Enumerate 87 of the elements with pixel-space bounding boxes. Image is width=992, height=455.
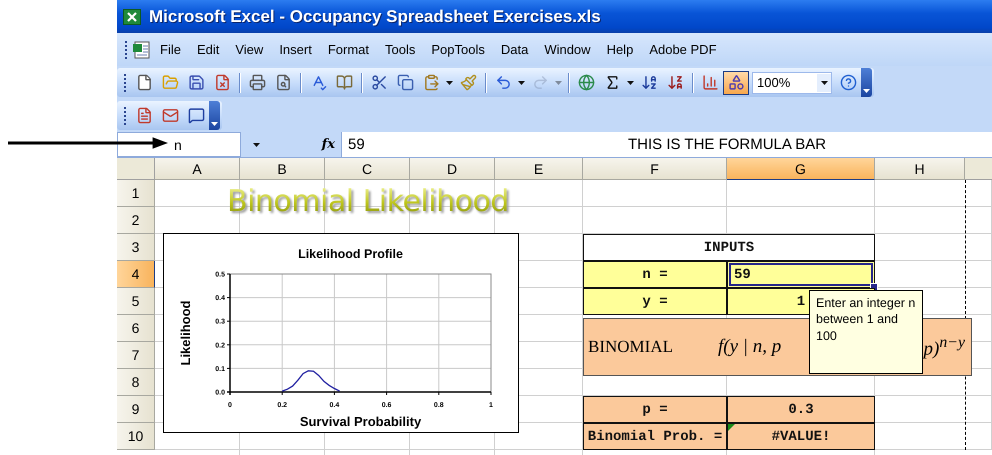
- scissors-icon: [370, 74, 388, 91]
- menu-item[interactable]: Format: [320, 40, 377, 59]
- menu-item[interactable]: Adobe PDF: [641, 40, 725, 59]
- help-icon: [840, 74, 856, 91]
- clipboard-icon: [422, 74, 440, 91]
- sort-ascending-icon: [640, 74, 658, 91]
- caret-icon: [820, 80, 828, 84]
- menu-item[interactable]: Tools: [377, 40, 424, 59]
- grip-icon: [123, 106, 128, 124]
- column-header[interactable]: E: [495, 158, 583, 180]
- formula-text: f(y | n, p: [718, 336, 782, 358]
- grip-icon: [124, 40, 129, 58]
- caret-icon: [863, 89, 870, 93]
- toolbar-options-button[interactable]: [209, 101, 220, 130]
- copy-icon: [396, 74, 414, 91]
- bar-chart-icon: [702, 74, 718, 91]
- menu-item[interactable]: Data: [492, 40, 536, 59]
- column-header[interactable]: H: [875, 158, 965, 180]
- y-axis-title: Likelihood: [178, 300, 193, 366]
- row-header[interactable]: 10: [117, 423, 155, 450]
- spreadsheet-icon: [123, 8, 141, 24]
- row-header[interactable]: 3: [117, 234, 155, 261]
- menu-item[interactable]: Insert: [271, 40, 320, 59]
- menu-item[interactable]: Edit: [188, 40, 228, 59]
- comment-icon: [188, 107, 204, 124]
- caret-icon: [252, 142, 260, 146]
- magnifier-document-icon: [274, 74, 292, 91]
- caret-icon: [627, 80, 634, 84]
- column-header[interactable]: D: [410, 158, 495, 180]
- column-header[interactable]: A: [155, 158, 240, 180]
- input-cell[interactable]: 59: [727, 261, 875, 288]
- table-cell: Binomial Prob. =: [583, 423, 727, 450]
- redo-icon: [532, 74, 548, 91]
- pdf-document-icon: [136, 107, 152, 124]
- name-box[interactable]: n: [117, 132, 241, 157]
- table-cell: #VALUE!: [727, 423, 875, 450]
- mail-icon: [162, 107, 178, 124]
- caret-icon: [211, 122, 218, 126]
- document-icon: [214, 74, 230, 91]
- row-header[interactable]: 4: [117, 261, 155, 288]
- caret-icon: [518, 80, 525, 84]
- table-cell: n =: [583, 261, 727, 288]
- column-header[interactable]: B: [240, 158, 325, 180]
- input-tooltip: Enter an integer n between 1 and 100: [809, 290, 923, 374]
- book-icon: [336, 74, 352, 91]
- table-cell: y =: [583, 288, 727, 315]
- sort-descending-icon: [666, 74, 684, 91]
- paintbrush-icon: [460, 74, 476, 91]
- toolbar-options-button[interactable]: [861, 68, 872, 97]
- formula-text: p)$^{n−y}$: [924, 334, 965, 360]
- printer-icon: [248, 74, 266, 91]
- workbook-icon[interactable]: [132, 40, 152, 60]
- menu-item[interactable]: PopTools: [423, 40, 493, 59]
- table-cell: 0.3: [727, 396, 875, 423]
- menu-item[interactable]: Window: [536, 40, 599, 59]
- formula-field[interactable]: 59 THIS IS THE FORMULA BAR: [341, 132, 992, 157]
- column-header[interactable]: F: [583, 158, 727, 180]
- new-document-icon: [136, 74, 152, 91]
- grip-icon: [123, 74, 128, 92]
- undo-icon: [494, 74, 512, 91]
- insert-function-button[interactable]: fx: [322, 137, 335, 152]
- row-header[interactable]: 5: [117, 288, 155, 315]
- row-header[interactable]: 2: [117, 207, 155, 234]
- window-title: Microsoft Excel - Occupancy Spreadsheet Exercises.xls: [149, 6, 601, 26]
- zoom-field[interactable]: 100%: [752, 72, 832, 94]
- menu-item[interactable]: View: [227, 40, 272, 59]
- row-header[interactable]: 8: [117, 369, 155, 396]
- row-header[interactable]: 9: [117, 396, 155, 423]
- globe-icon: [578, 74, 594, 91]
- chart-title: Likelihood Profile: [298, 247, 403, 261]
- toolbar-button[interactable]: [723, 70, 749, 94]
- caret-icon: [555, 80, 562, 84]
- shapes-icon: [728, 74, 744, 91]
- formula-label: BINOMIAL: [588, 337, 674, 357]
- table-cell: p =: [583, 396, 727, 423]
- menu-item[interactable]: Help: [598, 40, 642, 59]
- table-heading: INPUTS: [583, 234, 875, 261]
- row-header[interactable]: 1: [117, 180, 155, 207]
- annotation-text: THIS IS THE FORMULA BAR: [628, 136, 826, 153]
- caret-icon: [446, 80, 453, 84]
- folder-icon: [162, 74, 178, 91]
- column-header[interactable]: G: [727, 158, 875, 180]
- row-header[interactable]: 7: [117, 342, 155, 369]
- x-axis-title: Survival Probability: [300, 414, 422, 429]
- menu-item[interactable]: File: [152, 40, 189, 59]
- row-header[interactable]: 6: [117, 315, 155, 342]
- column-header[interactable]: C: [325, 158, 410, 180]
